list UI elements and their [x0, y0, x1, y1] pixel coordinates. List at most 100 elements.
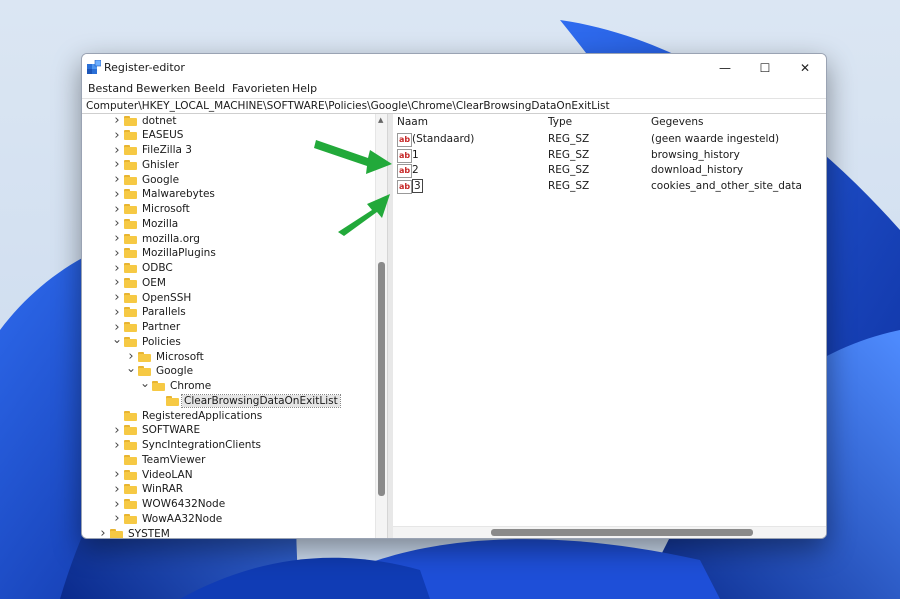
chevron-down-icon[interactable]: ⌄ [126, 361, 136, 376]
folder-icon [124, 115, 137, 126]
chevron-down-icon[interactable]: ⌄ [112, 331, 122, 346]
tree-item[interactable]: › ODBC [112, 261, 175, 276]
values-list[interactable]: Naam Type Gegevens ab (Standaard) REG_SZ (g… [393, 114, 826, 538]
chevron-right-icon[interactable]: › [112, 172, 122, 187]
tree-item[interactable]: › FileZilla 3 [112, 143, 194, 158]
menu-help[interactable]: Help [292, 82, 317, 95]
value-data: (geen waarde ingesteld) [651, 133, 780, 145]
window-title: Register-editor [104, 61, 185, 74]
folder-icon [124, 425, 137, 436]
folder-icon [124, 484, 137, 495]
close-button[interactable]: ✕ [785, 54, 825, 81]
tree-item[interactable]: › VideoLAN [112, 467, 195, 482]
registry-editor-app-icon [87, 60, 101, 74]
menu-beeld[interactable]: Beeld [194, 82, 225, 95]
chevron-right-icon[interactable]: › [112, 202, 122, 217]
tree-item[interactable]: › mozilla.org [112, 231, 202, 246]
tree-item[interactable]: › Microsoft [112, 202, 192, 217]
folder-icon [124, 469, 137, 480]
tree-item[interactable]: ⌄ Policies [112, 331, 183, 349]
chevron-right-icon[interactable]: › [112, 114, 122, 128]
minimize-button[interactable]: — [705, 54, 745, 81]
tree-item-label: Chrome [170, 380, 212, 392]
tree-item[interactable]: › WowAA32Node [112, 511, 224, 526]
menu-favorieten[interactable]: Favorieten [232, 82, 290, 95]
tree-item[interactable]: › Microsoft [126, 349, 206, 364]
tree-item-label: FileZilla 3 [142, 144, 192, 156]
folder-icon [124, 233, 137, 244]
value-data: browsing_history [651, 148, 740, 161]
chevron-right-icon[interactable]: › [112, 290, 122, 305]
menu-bestand[interactable]: Bestand [88, 82, 133, 95]
chevron-right-icon[interactable]: › [112, 305, 122, 320]
value-row[interactable]: ab (Standaard) REG_SZ (geen waarde ingestel… [393, 132, 826, 147]
chevron-right-icon[interactable]: › [112, 423, 122, 438]
tree-item-label: OEM [142, 276, 166, 289]
value-row[interactable]: ab 1 REG_SZ browsing_history [393, 148, 826, 163]
tree-item[interactable]: RegisteredApplications [112, 408, 264, 423]
tree-item[interactable]: › WOW6432Node [112, 497, 227, 512]
tree-item[interactable]: TeamViewer [112, 452, 207, 467]
column-header-data[interactable]: Gegevens [651, 116, 704, 128]
tree-item[interactable]: › Google [112, 172, 181, 187]
tree-item[interactable]: ⌄ Chrome [140, 376, 213, 394]
address-bar[interactable]: Computer\HKEY_LOCAL_MACHINE\SOFTWARE\Pol… [82, 98, 826, 114]
chevron-right-icon[interactable]: › [112, 187, 122, 202]
tree-item-label: Ghisler [142, 158, 179, 171]
tree-item[interactable]: › SyncIntegrationClients [112, 438, 263, 453]
tree-item[interactable]: › Parallels [112, 305, 188, 320]
chevron-down-icon[interactable]: ⌄ [140, 376, 150, 391]
column-header-type[interactable]: Type [548, 116, 572, 128]
chevron-right-icon[interactable]: › [112, 275, 122, 290]
tree-item[interactable]: › Partner [112, 320, 182, 335]
chevron-right-icon[interactable]: › [98, 526, 108, 538]
tree-item[interactable]: › Ghisler [112, 157, 181, 172]
tree-item-label: ODBC [142, 262, 173, 274]
maximize-button[interactable]: ☐ [745, 54, 785, 81]
tree-item[interactable]: › Mozilla [112, 216, 180, 231]
value-row[interactable]: ab 2 REG_SZ download_history [393, 163, 826, 178]
tree-item[interactable]: › OpenSSH [112, 290, 193, 305]
value-name[interactable]: 3 [412, 178, 423, 193]
tree-item[interactable]: › dotnet [112, 114, 178, 128]
tree-item[interactable]: › MozillaPlugins [112, 246, 218, 261]
folder-icon [124, 336, 137, 347]
menu-bewerken[interactable]: Bewerken [136, 82, 190, 95]
values-scrollbar-thumb[interactable] [491, 529, 753, 536]
tree-item-label: WowAA32Node [142, 512, 223, 525]
tree-item[interactable]: › SOFTWARE [112, 423, 202, 438]
tree-item[interactable]: › WinRAR [112, 482, 185, 497]
chevron-right-icon[interactable]: › [112, 128, 122, 143]
values-horizontal-scrollbar[interactable] [393, 526, 826, 538]
close-icon: ✕ [799, 60, 811, 75]
folder-icon [124, 322, 137, 332]
chevron-right-icon[interactable]: › [112, 438, 122, 453]
chevron-right-icon[interactable]: › [112, 246, 122, 261]
folder-icon [124, 130, 137, 141]
folder-icon [124, 277, 137, 288]
tree-item-label: TeamViewer [142, 453, 206, 466]
tree-item[interactable]: › SYSTEM [98, 526, 172, 538]
chevron-right-icon[interactable]: › [112, 143, 122, 158]
annotation-arrow-upper [314, 140, 392, 174]
tree-item-label: SyncIntegrationClients [142, 439, 262, 451]
chevron-right-icon[interactable]: › [112, 467, 122, 482]
tree-item[interactable]: ClearBrowsingDataOnExitList [154, 393, 341, 408]
chevron-right-icon[interactable]: › [112, 261, 122, 276]
chevron-right-icon[interactable]: › [112, 231, 122, 246]
column-header-name[interactable]: Naam [397, 116, 428, 128]
tree-item[interactable]: › EASEUS [112, 128, 185, 143]
tree-item[interactable]: ⌄ Google [126, 361, 195, 379]
tree-scrollbar-thumb[interactable] [378, 262, 385, 496]
chevron-right-icon[interactable]: › [112, 497, 122, 512]
tree-item[interactable]: › OEM [112, 275, 168, 290]
tree-item-label: Policies [142, 335, 181, 348]
chevron-right-icon[interactable]: › [112, 157, 122, 172]
chevron-right-icon[interactable]: › [112, 482, 122, 497]
chevron-right-icon[interactable]: › [112, 511, 122, 526]
tree-item-label: Mozilla [142, 217, 179, 230]
tree-item[interactable]: › Malwarebytes [112, 187, 217, 202]
chevron-right-icon[interactable]: › [112, 216, 122, 231]
folder-icon [124, 292, 137, 303]
value-row[interactable]: ab 3 REG_SZ cookies_and_other_site_data [393, 178, 826, 194]
